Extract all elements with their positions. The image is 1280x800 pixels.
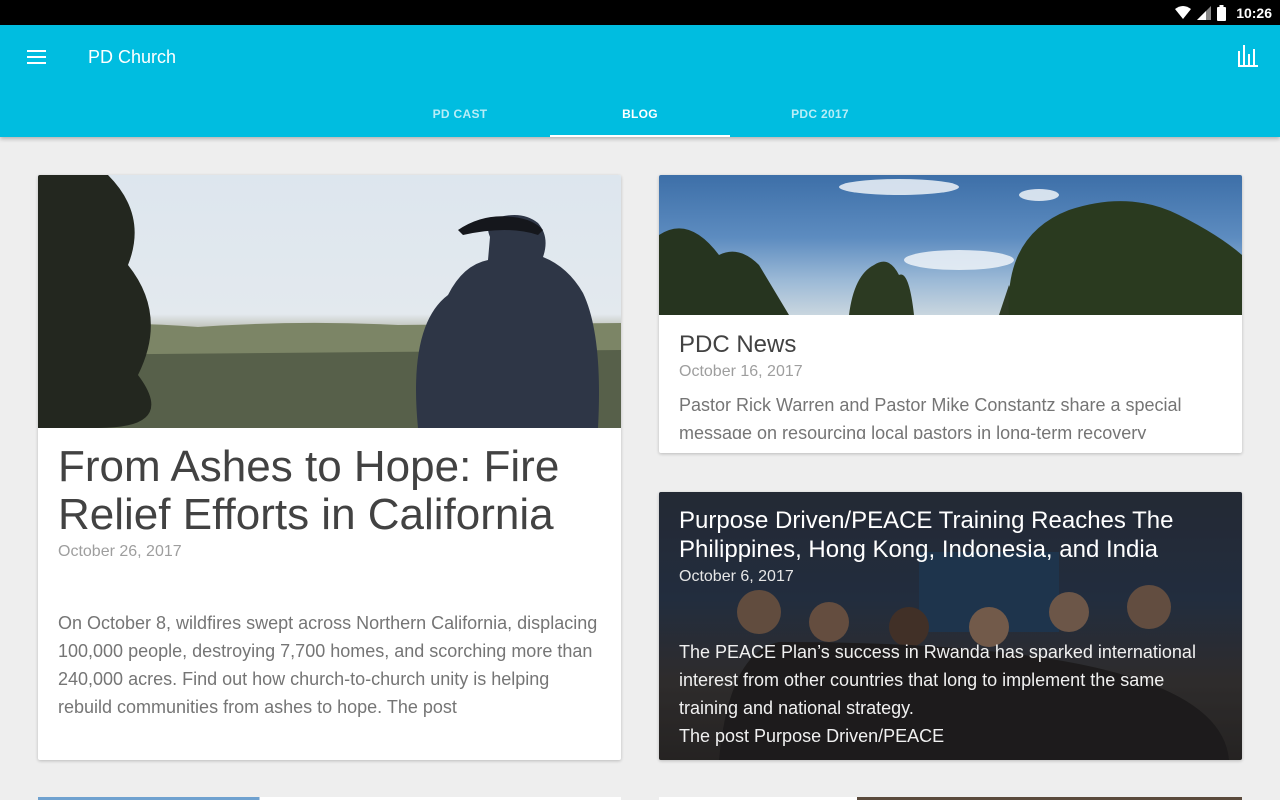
app-title: PD Church <box>88 47 177 67</box>
status-bar: 10:26 <box>0 0 1280 25</box>
featured-post-date: October 26, 2017 <box>58 543 182 560</box>
post-image-trees <box>659 175 1242 315</box>
peace-post-card[interactable]: Purpose Driven/PEACE Training Reaches Th… <box>659 492 1242 760</box>
featured-post-excerpt: On October 8, wildfires swept across Nor… <box>58 613 598 717</box>
cell-signal-icon <box>1197 6 1212 20</box>
post-image-hiker <box>38 175 621 428</box>
tab-blog[interactable]: BLOG <box>550 97 730 137</box>
tab-bar: PD CAST BLOG PDC 2017 <box>370 97 910 137</box>
status-icons: 10:26 <box>1175 3 1272 23</box>
battery-icon <box>1217 5 1227 21</box>
peace-post-text: Purpose Driven/PEACE Training Reaches Th… <box>659 492 1242 760</box>
peace-post-title: Purpose Driven/PEACE Training Reaches Th… <box>679 507 1174 563</box>
wifi-icon <box>1175 6 1192 19</box>
app-bar: PD Church PD CAST BLOG PDC 2017 <box>0 25 1280 137</box>
featured-post-card[interactable]: From Ashes to Hope: Fire Relief Efforts … <box>38 175 621 760</box>
status-time: 10:26 <box>1236 5 1272 21</box>
featured-post-title: From Ashes to Hope: Fire Relief Efforts … <box>58 442 560 539</box>
news-post-excerpt: Pastor Rick Warren and Pastor Mike Const… <box>679 395 1182 439</box>
peace-post-excerpt-body: The PEACE Plan’s success in Rwanda has s… <box>679 642 1196 718</box>
news-post-date: October 16, 2017 <box>679 363 803 380</box>
tab-pd-cast[interactable]: PD CAST <box>370 97 550 137</box>
peace-post-excerpt-tail: The post Purpose Driven/PEACE <box>679 726 945 746</box>
peace-post-excerpt: The PEACE Plan’s success in Rwanda has s… <box>679 638 1224 750</box>
equalizer-icon[interactable] <box>1238 45 1258 67</box>
peace-post-date: October 6, 2017 <box>679 568 794 585</box>
news-post-title: PDC News <box>679 331 797 358</box>
tab-pdc-2017[interactable]: PDC 2017 <box>730 97 910 137</box>
news-post-card[interactable]: PDC News October 16, 2017 Pastor Rick Wa… <box>659 175 1242 453</box>
hamburger-menu-icon[interactable] <box>20 41 52 73</box>
